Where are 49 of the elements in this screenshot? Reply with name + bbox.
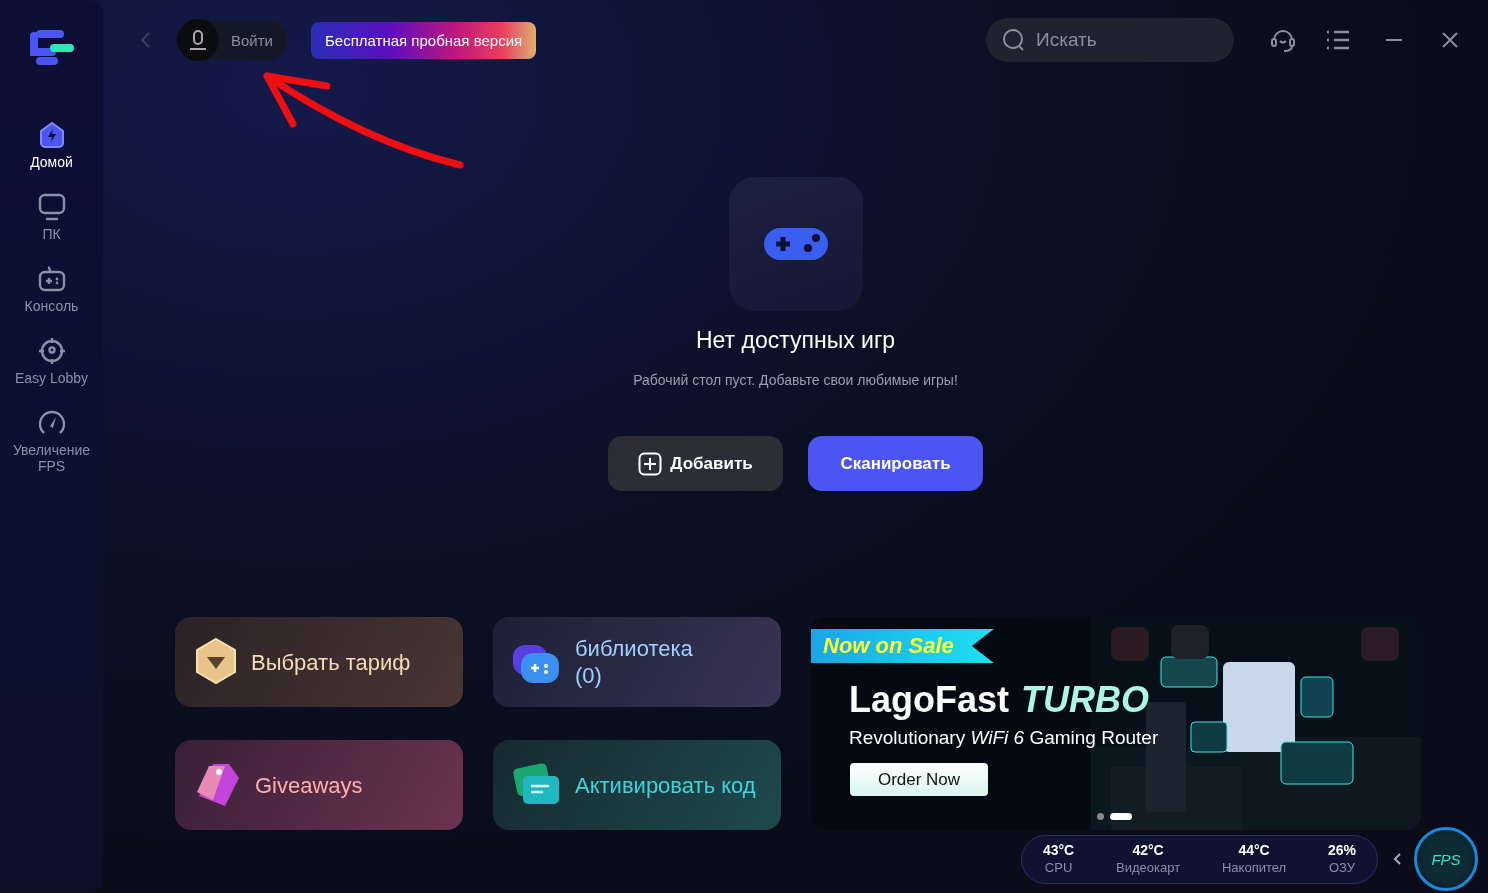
scan-button[interactable]: Сканировать: [808, 436, 983, 491]
stat-value: 42°C: [1132, 842, 1164, 859]
search-field[interactable]: Искать: [986, 18, 1234, 62]
feature-tile[interactable]: Выбрать тариф: [175, 617, 463, 707]
sidebar-item[interactable]: ПК: [1, 192, 102, 242]
user-icon: [177, 19, 219, 61]
banner-tagline: Revolutionary WiFi 6 Gaming Router: [849, 727, 1160, 749]
diamond-badge-icon: [193, 637, 239, 687]
feature-tile[interactable]: Активировать код: [493, 740, 781, 830]
feature-tile[interactable]: Giveaways: [175, 740, 463, 830]
menu-icon[interactable]: [1326, 29, 1350, 51]
close-icon[interactable]: [1442, 32, 1458, 48]
fps-button[interactable]: FPS: [1414, 827, 1478, 891]
stat-label: ОЗУ: [1329, 859, 1356, 876]
promo-banner[interactable]: Now on Sale LagoFast TURBO Revolutionary WiFi 6 Gaming Router Order Now: [811, 617, 1421, 830]
tile-label: Выбрать тариф: [251, 648, 411, 677]
tile-label: Активировать код: [575, 771, 756, 800]
add-button[interactable]: Добавить: [608, 436, 783, 491]
plus-icon: [638, 451, 663, 476]
order-now-button[interactable]: Order Now: [850, 763, 988, 796]
minimize-icon[interactable]: [1386, 38, 1402, 42]
sidebar-item[interactable]: Домой: [1, 120, 102, 170]
banner-brand: LagoFast: [849, 679, 1009, 721]
login-button[interactable]: Войти: [177, 20, 287, 60]
banner-model: TURBO: [1021, 679, 1149, 721]
sale-badge: Now on Sale: [811, 629, 994, 663]
sidebar-item[interactable]: Консоль: [1, 264, 102, 314]
tile-label: Giveaways: [255, 771, 363, 800]
crosshair-icon: [36, 336, 67, 366]
chevron-left-icon[interactable]: [1392, 852, 1402, 866]
stat-value: 43°C: [1042, 842, 1075, 859]
stat-value: 44°C: [1238, 842, 1270, 859]
tile-label: библиотека (0): [575, 635, 694, 689]
app-logo-icon: [27, 28, 76, 68]
stat-label: Накопител: [1222, 859, 1287, 876]
feature-tile[interactable]: библиотека (0): [493, 617, 781, 707]
empty-subtitle: Рабочий стол пуст. Добавьте свои любимые игры!: [633, 372, 958, 388]
monitor-icon: [36, 192, 67, 222]
sidebar-item[interactable]: Easy Lobby: [1, 336, 102, 386]
stat-label: Видеокарт: [1116, 859, 1181, 876]
stat-value: 26%: [1328, 842, 1357, 859]
gamepad-icon: [36, 264, 67, 294]
empty-title: Нет доступных игр: [695, 327, 896, 354]
stat-label: CPU: [1044, 859, 1073, 876]
support-icon[interactable]: [1270, 27, 1296, 53]
search-icon: [1002, 28, 1026, 52]
sidebar-item[interactable]: Увеличение FPS: [1, 408, 102, 474]
carousel-dot[interactable]: [1097, 813, 1104, 820]
free-trial-badge[interactable]: Бесплатная пробная версия: [311, 21, 537, 59]
